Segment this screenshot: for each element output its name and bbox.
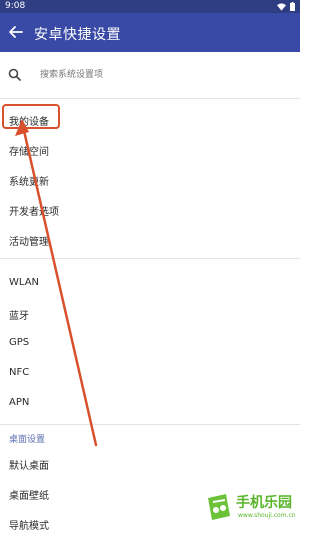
list-item-label: 系统更新 — [9, 177, 49, 188]
list-item-label: GPS — [9, 337, 30, 348]
list-item-label: 开发者选项 — [9, 207, 59, 218]
search-input[interactable] — [40, 67, 280, 83]
list-item-label: WLAN — [9, 277, 40, 288]
watermark-url: www.shouji.com.cn — [238, 512, 296, 519]
list-item-label: 导航模式 — [9, 521, 49, 532]
annotation-highlight-box — [2, 104, 60, 129]
list-item-system-update[interactable]: 系统更新 — [0, 166, 300, 194]
list-item-label: 桌面壁纸 — [9, 491, 49, 502]
list-item-apn[interactable]: APN — [0, 390, 300, 418]
list-item-nfc[interactable]: NFC — [0, 360, 300, 388]
page-title: 安卓快捷设置 — [34, 27, 121, 43]
watermark: 手机乐园 www.shouji.com.cn — [204, 490, 298, 526]
divider — [0, 98, 300, 99]
back-arrow-icon[interactable] — [7, 23, 25, 41]
status-time: 9:08 — [5, 1, 26, 11]
list-item-label: 蓝牙 — [9, 311, 29, 322]
divider — [0, 424, 300, 425]
list-item-storage[interactable]: 存储空间 — [0, 136, 300, 164]
app-logo-icon — [208, 494, 230, 520]
list-item-gps[interactable]: GPS — [0, 330, 300, 358]
list-item-label: 活动管理 — [9, 237, 49, 248]
watermark-text: 手机乐园 — [236, 495, 292, 511]
divider — [0, 258, 300, 259]
battery-icon — [290, 2, 295, 11]
list-item-bluetooth[interactable]: 蓝牙 — [0, 300, 300, 328]
search-bar[interactable] — [0, 60, 300, 90]
list-item-label: APN — [9, 397, 30, 408]
app-bar: 安卓快捷设置 — [0, 13, 300, 52]
status-bar: 9:08 — [0, 0, 300, 13]
list-item-wlan[interactable]: WLAN — [0, 270, 300, 298]
search-icon — [8, 68, 21, 81]
list-item-activity-manager[interactable]: 活动管理 — [0, 226, 300, 254]
list-item-label: 默认桌面 — [9, 461, 49, 472]
list-item-label: 存储空间 — [9, 147, 49, 158]
list-item-default-desktop[interactable]: 默认桌面 — [0, 450, 300, 478]
wifi-icon — [277, 2, 286, 11]
status-icons — [277, 2, 295, 11]
list-item-developer-options[interactable]: 开发者选项 — [0, 196, 300, 224]
list-item-label: NFC — [9, 367, 30, 378]
section-header-desktop: 桌面设置 — [9, 435, 46, 445]
